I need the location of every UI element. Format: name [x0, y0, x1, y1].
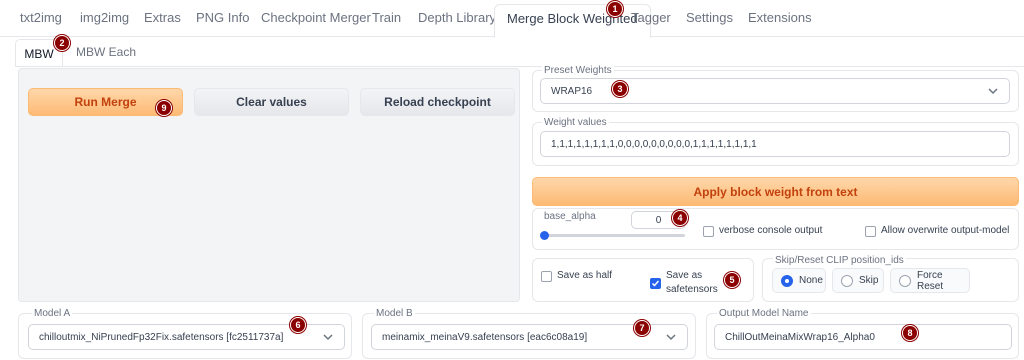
annotation-marker-1: 1: [607, 1, 623, 17]
model-b-label: Model B: [374, 308, 415, 319]
tab-img2img[interactable]: img2img: [80, 10, 129, 25]
tab-settings[interactable]: Settings: [686, 10, 733, 25]
chevron-down-icon: [988, 88, 998, 95]
tab-png-info[interactable]: PNG Info: [196, 10, 249, 25]
preset-weights-value: WRAP16: [551, 85, 593, 97]
model-a-label: Model A: [32, 308, 73, 319]
radio-skip[interactable]: Skip: [832, 268, 884, 293]
annotation-marker-8: 8: [902, 325, 918, 341]
annotation-marker-3: 3: [612, 81, 628, 97]
verbose-label: verbose console output: [719, 225, 823, 236]
save-as-half-label: Save as half: [557, 270, 613, 281]
radio-none-label: None: [799, 275, 823, 286]
annotation-marker-7: 7: [634, 320, 650, 336]
tab-depth-library[interactable]: Depth Library: [418, 10, 496, 25]
checkmark-icon: [651, 280, 660, 287]
allow-overwrite-checkbox[interactable]: [865, 226, 876, 237]
chevron-down-icon: [666, 334, 676, 341]
tab-extensions[interactable]: Extensions: [748, 10, 812, 25]
reload-checkpoint-button[interactable]: Reload checkpoint: [360, 88, 515, 116]
tab-merge-block-weighted[interactable]: Merge Block Weighted: [494, 4, 651, 38]
tab-train[interactable]: Train: [372, 10, 401, 25]
model-b-value: meinamix_meinaV9.safetensors [eac6c08a19…: [382, 331, 588, 343]
base-alpha-slider-thumb[interactable]: [540, 231, 549, 240]
tab-tagger[interactable]: Tagger: [631, 10, 671, 25]
top-tab-bar: txt2img img2img Extras PNG Info Checkpoi…: [0, 0, 1024, 38]
radio-none-dot: [781, 274, 793, 287]
tab-extras[interactable]: Extras: [144, 10, 181, 25]
radio-force-reset-dot: [899, 274, 911, 287]
output-model-input[interactable]: ChillOutMeinaMixWrap16_Alpha0: [714, 324, 1012, 350]
skip-reset-label: Skip/Reset CLIP position_ids: [773, 255, 906, 266]
annotation-marker-2: 2: [54, 35, 70, 51]
model-a-value: chilloutmix_NiPrunedFp32Fix.safetensors …: [39, 331, 284, 343]
radio-none[interactable]: None: [772, 268, 826, 293]
tab-txt2img[interactable]: txt2img: [20, 10, 62, 25]
output-model-label: Output Model Name: [717, 308, 811, 319]
base-alpha-slider-track[interactable]: [541, 234, 685, 237]
radio-skip-label: Skip: [859, 275, 879, 286]
tab-checkpoint-merger[interactable]: Checkpoint Merger: [261, 10, 371, 25]
annotation-marker-9: 9: [156, 100, 172, 116]
radio-force-reset-label: Force Reset: [917, 269, 944, 292]
chevron-down-icon: [323, 334, 333, 341]
allow-overwrite-label: Allow overwrite output-model: [881, 225, 1010, 236]
save-as-safetensors-checkbox[interactable]: [650, 278, 661, 289]
verbose-checkbox[interactable]: [703, 226, 714, 237]
weight-values-input[interactable]: 1,1,1,1,1,1,1,1,0,0,0,0,0,0,0,0,0,1,1,1,…: [540, 131, 1010, 157]
annotation-marker-6: 6: [290, 317, 306, 333]
weight-values-label: Weight values: [542, 117, 609, 128]
save-as-half-checkbox[interactable]: [541, 271, 552, 282]
preset-weights-label: Preset Weights: [542, 65, 614, 76]
annotation-marker-5: 5: [724, 272, 740, 288]
save-as-safetensors-label: Save as safetensors: [666, 270, 718, 295]
radio-force-reset[interactable]: Force Reset: [890, 268, 970, 293]
radio-skip-dot: [841, 274, 853, 287]
preset-weights-select[interactable]: WRAP16: [540, 78, 1010, 104]
clear-values-button[interactable]: Clear values: [194, 88, 349, 116]
base-alpha-label: base_alpha: [542, 211, 598, 222]
apply-block-weight-button[interactable]: Apply block weight from text: [532, 177, 1019, 206]
annotation-marker-4: 4: [672, 210, 688, 226]
subtab-mbw-each[interactable]: MBW Each: [76, 45, 136, 59]
subtab-divider: [15, 66, 1024, 67]
